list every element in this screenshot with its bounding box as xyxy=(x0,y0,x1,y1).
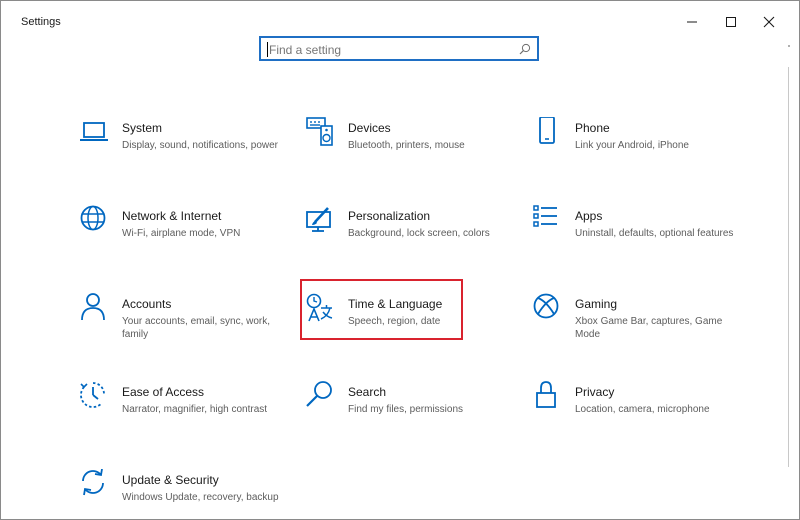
tile-description: Background, lock screen, colors xyxy=(348,228,490,239)
phone-icon xyxy=(539,117,555,144)
tile-description: Windows Update, recovery, backup xyxy=(122,492,279,503)
tile-privacy[interactable]: Privacy Location, camera, microphone xyxy=(533,381,743,457)
tile-description: Uninstall, defaults, optional features xyxy=(575,228,734,239)
minimize-icon xyxy=(687,21,697,23)
tile-title: System xyxy=(122,121,163,135)
sync-arrows-icon xyxy=(82,469,104,496)
tile-description: Your accounts, email, sync, work, family xyxy=(122,316,271,340)
tile-phone[interactable]: Phone Link your Android, iPhone xyxy=(533,117,743,193)
tile-title: Apps xyxy=(575,209,603,223)
text-caret xyxy=(267,42,268,57)
close-icon xyxy=(763,16,775,28)
tile-title: Phone xyxy=(575,121,610,135)
tile-title: Update & Security xyxy=(122,473,219,487)
person-icon xyxy=(81,293,105,321)
apps-list-icon xyxy=(533,205,557,227)
tile-apps[interactable]: Apps Uninstall, defaults, optional featu… xyxy=(533,205,743,281)
tile-search[interactable]: Search Find my files, permissions xyxy=(306,381,516,457)
tile-description: Narrator, magnifier, high contrast xyxy=(122,404,268,415)
tile-title: Devices xyxy=(348,121,391,135)
tile-accounts[interactable]: Accounts Your accounts, email, sync, wor… xyxy=(80,293,290,369)
tile-title: Accounts xyxy=(122,297,172,311)
tile-network-internet[interactable]: Network & Internet Wi-Fi, airplane mode,… xyxy=(80,205,290,281)
search-box[interactable] xyxy=(259,36,539,61)
tile-title: Search xyxy=(348,385,387,399)
tile-description: Link your Android, iPhone xyxy=(575,140,689,151)
tile-gaming[interactable]: Gaming Xbox Game Bar, captures, Game Mod… xyxy=(533,293,743,369)
maximize-button[interactable] xyxy=(718,9,744,35)
search-icon[interactable] xyxy=(519,43,531,55)
tile-update-security[interactable]: Update & Security Windows Update, recove… xyxy=(80,469,290,519)
maximize-icon xyxy=(726,17,736,27)
minimize-button[interactable] xyxy=(679,9,705,35)
tile-title: Ease of Access xyxy=(122,385,205,399)
tile-title: Gaming xyxy=(575,297,618,311)
lock-icon xyxy=(536,381,556,408)
devices-icon xyxy=(306,117,333,146)
tile-ease-of-access[interactable]: Ease of Access Narrator, magnifier, high… xyxy=(80,381,290,457)
tile-title: Network & Internet xyxy=(122,209,222,223)
tile-title: Personalization xyxy=(348,209,431,223)
title-bar[interactable]: Settings xyxy=(1,1,799,35)
scrollbar[interactable] xyxy=(788,67,789,467)
scroll-arrow-up[interactable] xyxy=(788,45,790,47)
xbox-icon xyxy=(533,293,559,319)
settings-window: Settings System Display, sound, notifica… xyxy=(0,0,800,520)
tile-devices[interactable]: Devices Bluetooth, printers, mouse xyxy=(306,117,516,193)
paintbrush-icon xyxy=(306,207,331,232)
tile-description: Find my files, permissions xyxy=(348,404,464,415)
globe-icon xyxy=(80,205,106,231)
tile-description: Display, sound, notifications, power xyxy=(122,140,279,151)
tile-description: Location, camera, microphone xyxy=(575,404,710,415)
tile-description: Wi-Fi, airplane mode, VPN xyxy=(122,228,241,239)
laptop-icon xyxy=(80,122,108,141)
magnifier-icon xyxy=(306,381,332,407)
window-title: Settings xyxy=(21,16,61,28)
highlight-annotation xyxy=(300,279,463,340)
ease-of-access-icon xyxy=(80,382,105,408)
tile-description: Xbox Game Bar, captures, Game Mode xyxy=(575,316,723,340)
tile-description: Bluetooth, printers, mouse xyxy=(348,140,465,151)
search-input[interactable] xyxy=(269,41,509,58)
tile-personalization[interactable]: Personalization Background, lock screen,… xyxy=(306,205,516,281)
close-button[interactable] xyxy=(756,9,782,35)
tile-title: Privacy xyxy=(575,385,615,399)
tile-system[interactable]: System Display, sound, notifications, po… xyxy=(80,117,290,193)
